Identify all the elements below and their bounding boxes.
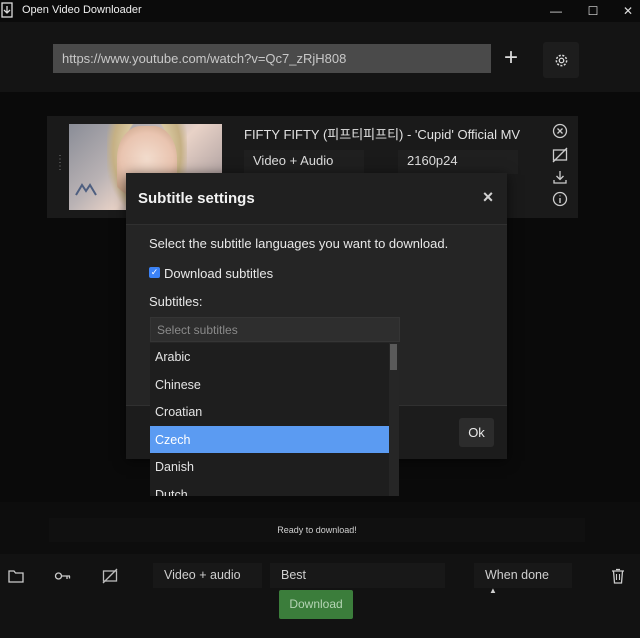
close-window-button[interactable]: ✕ <box>618 3 638 19</box>
subtitle-language-dropdown[interactable]: Arabic Chinese Croatian Czech Danish Dut… <box>150 343 399 496</box>
channel-logo-icon <box>75 182 97 196</box>
gear-icon <box>555 54 567 66</box>
title-bar: Open Video Downloader — ☐ ✕ <box>0 0 640 22</box>
trash-icon <box>612 568 624 584</box>
download-video-button[interactable] <box>550 167 570 187</box>
minimize-button[interactable]: — <box>546 3 566 19</box>
global-quality-select[interactable]: Best <box>270 563 445 588</box>
close-circle-icon <box>552 123 568 139</box>
download-all-button[interactable]: Download <box>279 590 353 619</box>
maximize-button[interactable]: ☐ <box>583 3 603 19</box>
subtitles-select[interactable]: Select subtitles <box>150 317 400 342</box>
video-quality-select[interactable]: 2160p24 <box>398 150 518 174</box>
when-done-select[interactable]: When done ▲ <box>474 563 572 595</box>
download-subtitles-label[interactable]: Download subtitles <box>164 266 273 281</box>
modal-instruction: Select the subtitle languages you want t… <box>149 236 449 251</box>
authentication-button[interactable] <box>49 566 77 586</box>
remove-video-button[interactable] <box>550 121 570 141</box>
folder-icon <box>8 570 24 583</box>
top-toolbar: + <box>0 22 640 92</box>
global-subtitles-button[interactable] <box>96 566 124 586</box>
subtitles-label: Subtitles: <box>149 294 203 309</box>
ok-button[interactable]: Ok <box>459 418 494 447</box>
key-icon <box>54 572 71 580</box>
video-title: FIFTY FIFTY (피프티피프티) - 'Cupid' Official … <box>244 127 521 142</box>
dropdown-option[interactable]: Danish <box>150 453 389 480</box>
settings-button[interactable] <box>543 42 579 78</box>
clear-all-button[interactable] <box>604 566 632 586</box>
status-text: Ready to download! <box>49 518 585 542</box>
modal-header: Subtitle settings × <box>126 173 507 225</box>
app-logo-icon <box>1 2 13 18</box>
window-title: Open Video Downloader <box>22 4 142 16</box>
subtitles-off-icon <box>552 147 568 163</box>
drag-handle[interactable]: ⋮⋮ ⋮⋮ <box>55 155 76 176</box>
dropdown-scrollbar[interactable] <box>389 343 399 496</box>
dropdown-option[interactable]: Arabic <box>150 343 389 370</box>
url-input[interactable] <box>53 44 491 73</box>
download-icon <box>553 171 567 184</box>
info-icon <box>552 191 568 207</box>
global-format-select[interactable]: Video + audio <box>153 563 262 588</box>
dropdown-option[interactable]: Chinese <box>150 371 389 398</box>
modal-close-button[interactable]: × <box>478 187 498 207</box>
scrollbar-thumb[interactable] <box>390 344 397 370</box>
info-button[interactable] <box>550 189 570 209</box>
caret-up-icon: ▲ <box>489 586 497 595</box>
subtitles-off-icon <box>102 568 118 584</box>
modal-title: Subtitle settings <box>138 190 255 207</box>
dropdown-option[interactable]: Croatian <box>150 398 389 425</box>
subtitles-button[interactable] <box>550 145 570 165</box>
video-format-select[interactable]: Video + Audio <box>244 150 364 174</box>
add-video-button[interactable]: + <box>495 42 527 74</box>
bottom-toolbar: Video + audio Best When done ▲ Download <box>0 554 640 638</box>
dropdown-option-selected[interactable]: Czech <box>150 426 389 453</box>
open-folder-button[interactable] <box>2 566 30 586</box>
when-done-label: When done <box>485 568 549 582</box>
dropdown-option[interactable]: Dutch <box>150 481 389 496</box>
download-subtitles-checkbox[interactable]: ✓ <box>149 267 160 278</box>
